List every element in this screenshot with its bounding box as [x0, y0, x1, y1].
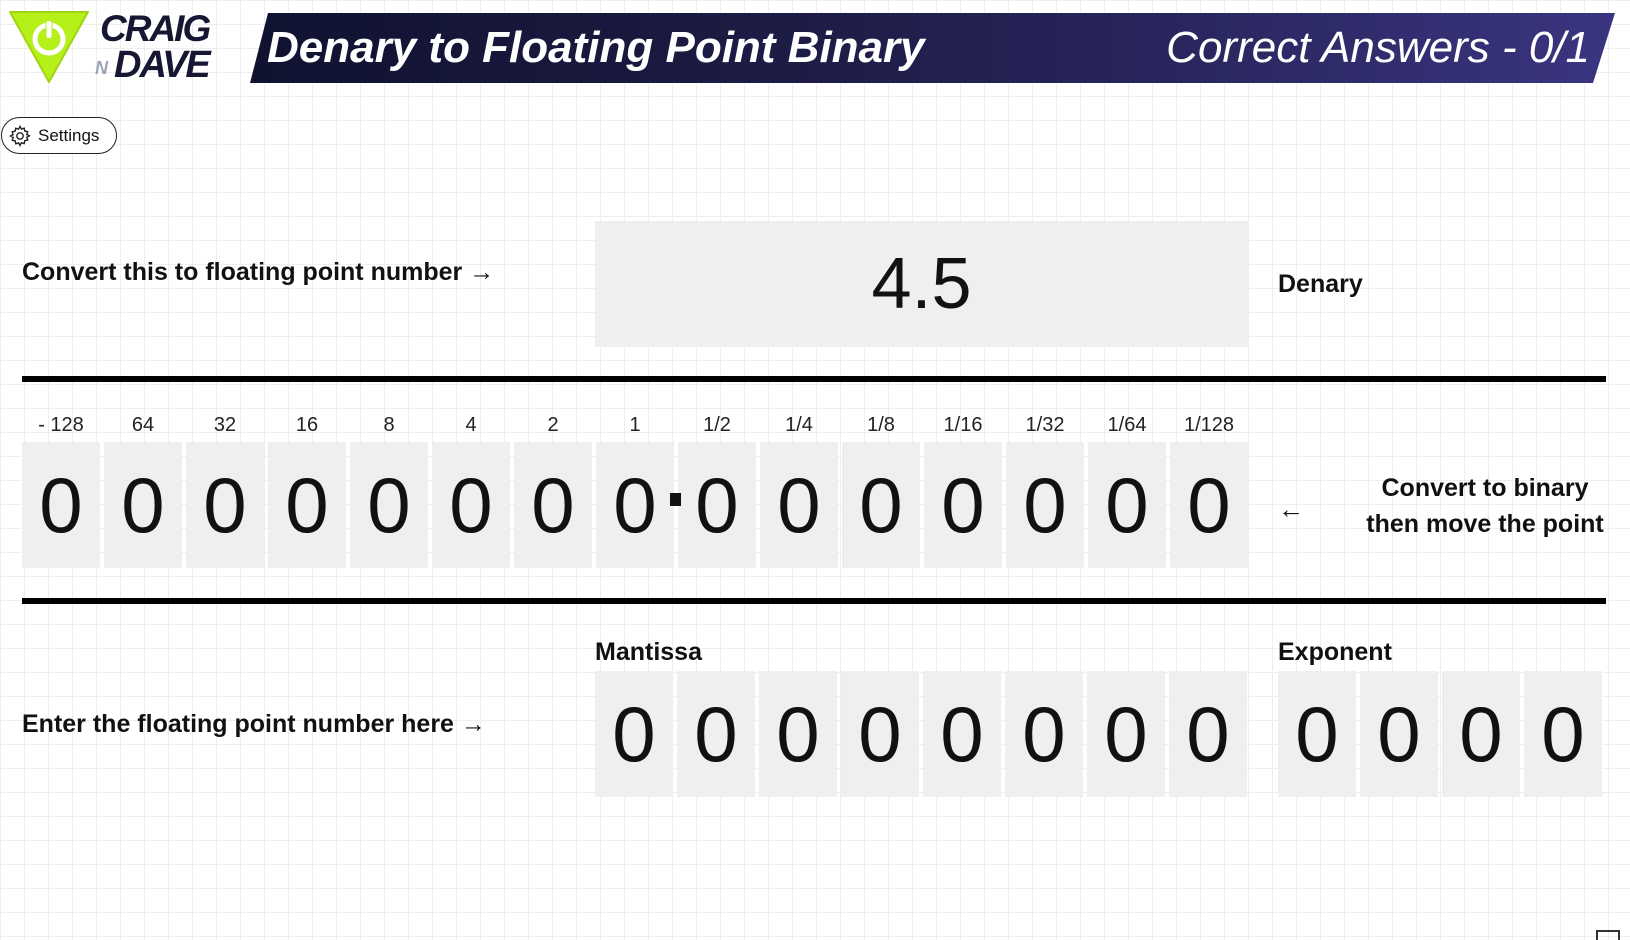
answer-prompt: Enter the floating point number here →	[22, 710, 486, 738]
binary-digit-toggle[interactable]: 0	[104, 442, 182, 568]
mantissa-bit-toggle[interactable]: 0	[759, 671, 837, 797]
conversion-instruction: Convert to binary then move the point	[1340, 470, 1630, 542]
question-prompt: Convert this to floating point number →	[22, 258, 495, 286]
place-value: 8	[383, 414, 395, 436]
logo-text-n: N	[95, 58, 108, 78]
logo-text-craig: CRAIG	[100, 8, 211, 49]
binary-digit-toggle[interactable]: 0	[1006, 442, 1084, 568]
exponent-bit-toggle[interactable]: 0	[1278, 671, 1356, 797]
binary-digit-toggle[interactable]: 0	[842, 442, 920, 568]
place-value: 1/32	[1025, 414, 1065, 436]
exponent-label: Exponent	[1278, 638, 1392, 666]
binary-digit-toggle[interactable]: 0	[760, 442, 838, 568]
instruction-line-1: Convert to binary	[1381, 474, 1589, 502]
logo-text-dave: DAVE	[114, 44, 211, 86]
place-value: 1/64	[1107, 414, 1147, 436]
mantissa-bit-toggle[interactable]: 0	[595, 671, 673, 797]
binary-digit-toggle[interactable]: 0	[514, 442, 592, 568]
settings-label: Settings	[38, 125, 100, 145]
place-value: - 128	[38, 414, 84, 436]
place-value: 4	[465, 414, 477, 436]
binary-digit-toggle[interactable]: 0	[22, 442, 100, 568]
place-value: 2	[547, 414, 559, 436]
divider-bottom	[22, 598, 1606, 604]
place-value: 1	[629, 414, 641, 436]
binary-digit-toggle[interactable]: 0	[924, 442, 1002, 568]
place-value: 1/2	[703, 414, 731, 436]
gear-icon	[9, 124, 31, 147]
mantissa-label: Mantissa	[595, 638, 702, 666]
place-value: 1/8	[867, 414, 895, 436]
mantissa-bit-toggle[interactable]: 0	[1005, 671, 1083, 797]
exponent-bit-toggle[interactable]: 0	[1442, 671, 1520, 797]
place-value: 1/128	[1183, 414, 1235, 436]
binary-digit-toggle[interactable]: 0	[678, 442, 756, 568]
mantissa-bit-toggle[interactable]: 0	[1087, 671, 1165, 797]
denary-value-display: 4.5	[595, 221, 1248, 347]
binary-digit-toggle[interactable]: 0	[350, 442, 428, 568]
instruction-line-2: then move the point	[1366, 510, 1604, 538]
mantissa-bit-toggle[interactable]: 0	[923, 671, 1001, 797]
mantissa-bit-toggle[interactable]: 0	[841, 671, 919, 797]
place-value: 64	[131, 414, 155, 436]
mantissa-bit-toggle[interactable]: 0	[1169, 671, 1247, 797]
place-value: 32	[213, 414, 237, 436]
binary-digit-toggle[interactable]: 0	[1170, 442, 1248, 568]
binary-digit-toggle[interactable]: 0	[268, 442, 346, 568]
fullscreen-icon[interactable]	[1596, 930, 1620, 940]
place-value: 1/16	[943, 414, 983, 436]
mantissa-input-row: 0 0 0 0 0 0 0 0	[595, 671, 1251, 797]
binary-point-marker[interactable]	[670, 493, 681, 506]
exponent-bit-toggle[interactable]: 0	[1524, 671, 1602, 797]
denary-value: 4.5	[871, 244, 972, 324]
left-arrow: ←	[1278, 494, 1304, 524]
mantissa-bit-toggle[interactable]: 0	[677, 671, 755, 797]
exponent-bit-toggle[interactable]: 0	[1360, 671, 1438, 797]
place-value-headers: - 128 64 32 16 8 4 2 1 1/2 1/4 1/8 1/16 …	[22, 414, 1252, 437]
settings-button[interactable]: Settings	[1, 117, 117, 154]
divider-top	[22, 376, 1606, 382]
binary-digit-toggle[interactable]: 0	[596, 442, 674, 568]
exponent-input-row: 0 0 0 0	[1278, 671, 1606, 797]
binary-digit-toggle[interactable]: 0	[186, 442, 264, 568]
score-counter: Correct Answers - 0/1	[1166, 23, 1590, 72]
place-value: 16	[295, 414, 319, 436]
binary-conversion-row: 0 0 0 0 0 0 0 0 0 0 0 0 0 0 0	[22, 442, 1252, 568]
binary-digit-toggle[interactable]: 0	[432, 442, 510, 568]
logo-power-shield-icon	[9, 11, 89, 83]
page-title: Denary to Floating Point Binary	[267, 23, 925, 72]
place-value: 1/4	[785, 414, 813, 436]
binary-digit-toggle[interactable]: 0	[1088, 442, 1166, 568]
denary-unit-label: Denary	[1278, 270, 1363, 298]
